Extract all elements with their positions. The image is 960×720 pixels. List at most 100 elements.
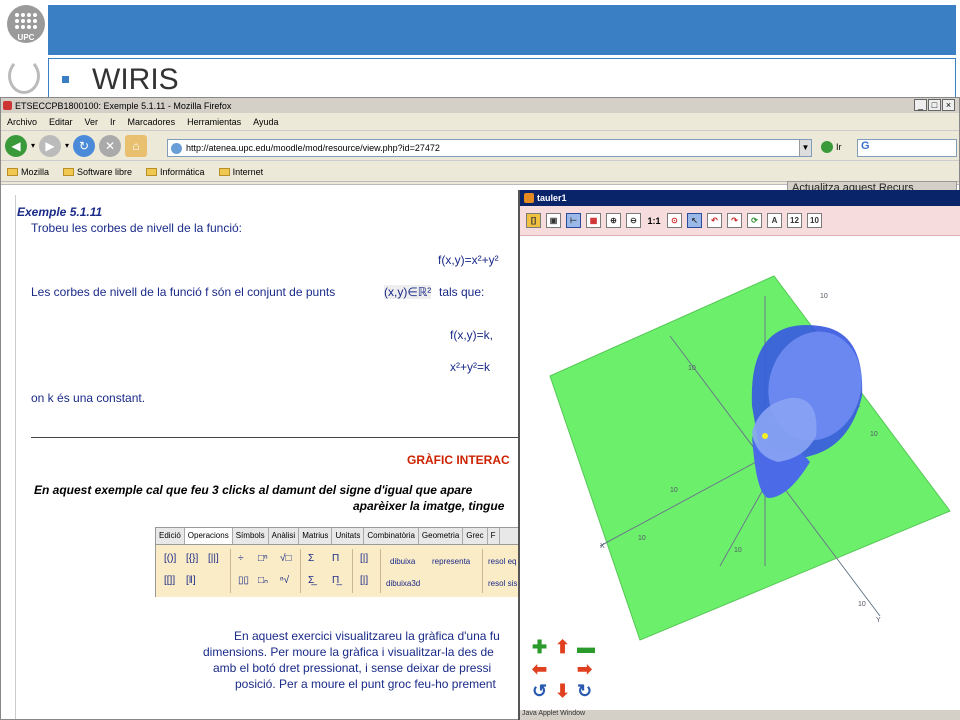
tick-label: 10 xyxy=(820,293,828,300)
tick-label: 10 xyxy=(670,487,678,494)
block-icon[interactable]: [|] xyxy=(360,553,368,564)
menu-ver[interactable]: Ver xyxy=(85,117,99,127)
yellow-point[interactable] xyxy=(762,433,768,439)
bookmark-informatica[interactable]: Informática xyxy=(146,167,205,177)
zoom-out-icon[interactable]: ⊖ xyxy=(626,213,641,228)
arrow-down-icon[interactable]: ⬇ xyxy=(555,682,570,700)
parenthesis-icon[interactable]: [()] xyxy=(164,553,176,564)
go-icon xyxy=(821,141,833,153)
block2-icon[interactable]: [|] xyxy=(360,575,368,586)
grid-icon[interactable]: ▦ xyxy=(586,213,601,228)
tab-matrius[interactable]: Matrius xyxy=(299,528,333,544)
sum-limits-icon[interactable]: Σ̲ xyxy=(308,575,314,586)
rotate-ccw-icon[interactable]: ↺ xyxy=(532,682,547,700)
sqrt-icon[interactable]: √□ xyxy=(280,553,292,564)
representa-command[interactable]: representa xyxy=(432,557,470,566)
save-icon[interactable]: ▣ xyxy=(546,213,561,228)
back-dropdown-icon[interactable]: ▾ xyxy=(31,141,35,150)
tick-label: 10 xyxy=(688,365,696,372)
braces-icon[interactable]: [{}] xyxy=(186,553,198,564)
font-size-10-icon[interactable]: 10 xyxy=(807,213,822,228)
separator xyxy=(482,549,483,593)
norm-icon[interactable]: [‖] xyxy=(186,575,196,586)
subscript-icon[interactable]: □ₙ xyxy=(258,575,268,586)
menu-marcadores[interactable]: Marcadores xyxy=(128,117,176,127)
export-icon[interactable]: A xyxy=(767,213,782,228)
tab-analisi[interactable]: Anàlisi xyxy=(269,528,300,544)
dibuixa-command[interactable]: dibuixa xyxy=(390,557,415,566)
applet-status-bar: Java Applet Window xyxy=(520,710,960,720)
zoom-in-icon[interactable]: ⊕ xyxy=(606,213,621,228)
dibuixa3d-command[interactable]: dibuixa3d xyxy=(386,579,420,588)
zoom-reset-button[interactable]: 1:1 xyxy=(646,213,662,228)
search-input[interactable]: G xyxy=(857,139,957,157)
stop-icon[interactable]: ✕ xyxy=(99,134,122,157)
menu-editar[interactable]: Editar xyxy=(49,117,73,127)
reload-icon[interactable]: ↻ xyxy=(73,134,96,157)
menu-ayuda[interactable]: Ayuda xyxy=(253,117,278,127)
bookmarks-toolbar: Mozilla Software libre Informática Inter… xyxy=(1,162,959,182)
matrix-icon[interactable]: ▯▯ xyxy=(238,575,249,586)
product-limits-icon[interactable]: Π̲ xyxy=(332,575,339,586)
crosshair-icon[interactable]: ⊙ xyxy=(667,213,682,228)
applet-title: tauler1 xyxy=(537,193,567,203)
refresh-icon[interactable]: ⟳ xyxy=(747,213,762,228)
arrow-left-icon[interactable]: ⬅ xyxy=(532,660,547,678)
tab-operacions[interactable]: Operacions xyxy=(184,528,233,544)
minimize-button[interactable]: _ xyxy=(914,99,927,111)
axes-icon[interactable]: ⊢ xyxy=(566,213,581,228)
fraction-icon[interactable]: ÷ xyxy=(238,553,244,564)
rotate-left-icon[interactable]: ↶ xyxy=(707,213,722,228)
google-logo: G xyxy=(861,140,870,152)
folder-icon xyxy=(63,167,75,176)
font-size-12-icon[interactable]: 12 xyxy=(787,213,802,228)
brackets-icon[interactable]: [[]] xyxy=(164,575,175,586)
zoom-plus-icon[interactable]: ✚ xyxy=(532,638,547,656)
zoom-minus-icon[interactable]: ▬ xyxy=(577,638,595,656)
close-button[interactable]: × xyxy=(942,99,955,111)
url-input[interactable]: http://atenea.upc.edu/moodle/mod/resourc… xyxy=(167,139,812,157)
arrow-up-icon[interactable]: ⬆ xyxy=(555,638,570,656)
arrow-right-icon[interactable]: ➡ xyxy=(577,660,592,678)
maximize-button[interactable]: □ xyxy=(928,99,941,111)
resol-eq-command[interactable]: resol eq xyxy=(488,557,516,566)
bookmark-software-libre[interactable]: Software libre xyxy=(63,167,132,177)
globe-icon xyxy=(171,143,182,154)
bookmark-internet[interactable]: Internet xyxy=(218,167,263,177)
tab-f[interactable]: F xyxy=(488,528,500,544)
sum-icon[interactable]: Σ xyxy=(308,553,314,564)
folder-icon xyxy=(146,167,158,176)
nthroot-icon[interactable]: ⁿ√ xyxy=(280,575,289,586)
menu-ir[interactable]: Ir xyxy=(110,117,116,127)
resol-sis-command[interactable]: resol sis xyxy=(488,579,517,588)
tab-unitats[interactable]: Unitats xyxy=(332,528,365,544)
power-icon[interactable]: □ⁿ xyxy=(258,553,268,564)
tab-simbols[interactable]: Símbols xyxy=(233,528,269,544)
open-icon[interactable]: [] xyxy=(526,213,541,228)
window-controls: _ □ × xyxy=(914,99,955,111)
slide-title-row xyxy=(48,58,956,98)
forward-dropdown-icon[interactable]: ▾ xyxy=(65,141,69,150)
go-button[interactable]: Ir xyxy=(821,141,842,153)
tab-grec[interactable]: Grec xyxy=(463,528,488,544)
rotate-right-icon[interactable]: ↷ xyxy=(727,213,742,228)
bookmark-label: Software libre xyxy=(77,166,133,177)
tab-combinatoria[interactable]: Combinatòria xyxy=(364,528,419,544)
abs-icon[interactable]: [||] xyxy=(208,553,219,564)
axis-y-label: Y xyxy=(876,617,881,624)
home-icon[interactable]: ⌂ xyxy=(125,134,148,157)
forward-arrow-icon[interactable]: ▶ xyxy=(39,134,62,157)
applet-toolbar: [] ▣ ⊢ ▦ ⊕ ⊖ 1:1 ⊙ ↖ ↶ ↷ ⟳ A 12 10 xyxy=(520,206,960,236)
product-icon[interactable]: Π xyxy=(332,553,339,564)
java-icon xyxy=(524,193,534,203)
back-arrow-icon[interactable]: ◀ xyxy=(5,134,27,157)
bookmark-mozilla[interactable]: Mozilla xyxy=(7,167,49,177)
rotate-cw-icon[interactable]: ↻ xyxy=(577,682,592,700)
url-dropdown-icon[interactable]: ▼ xyxy=(799,140,811,156)
pointer-icon[interactable]: ↖ xyxy=(687,213,702,228)
menu-archivo[interactable]: Archivo xyxy=(7,117,37,127)
description-line-2: dimensions. Per moure la gràfica i visua… xyxy=(203,645,494,659)
menu-herramientas[interactable]: Herramientas xyxy=(187,117,241,127)
tab-edicio[interactable]: Edició xyxy=(156,528,185,544)
tab-geometria[interactable]: Geometria xyxy=(419,528,464,544)
